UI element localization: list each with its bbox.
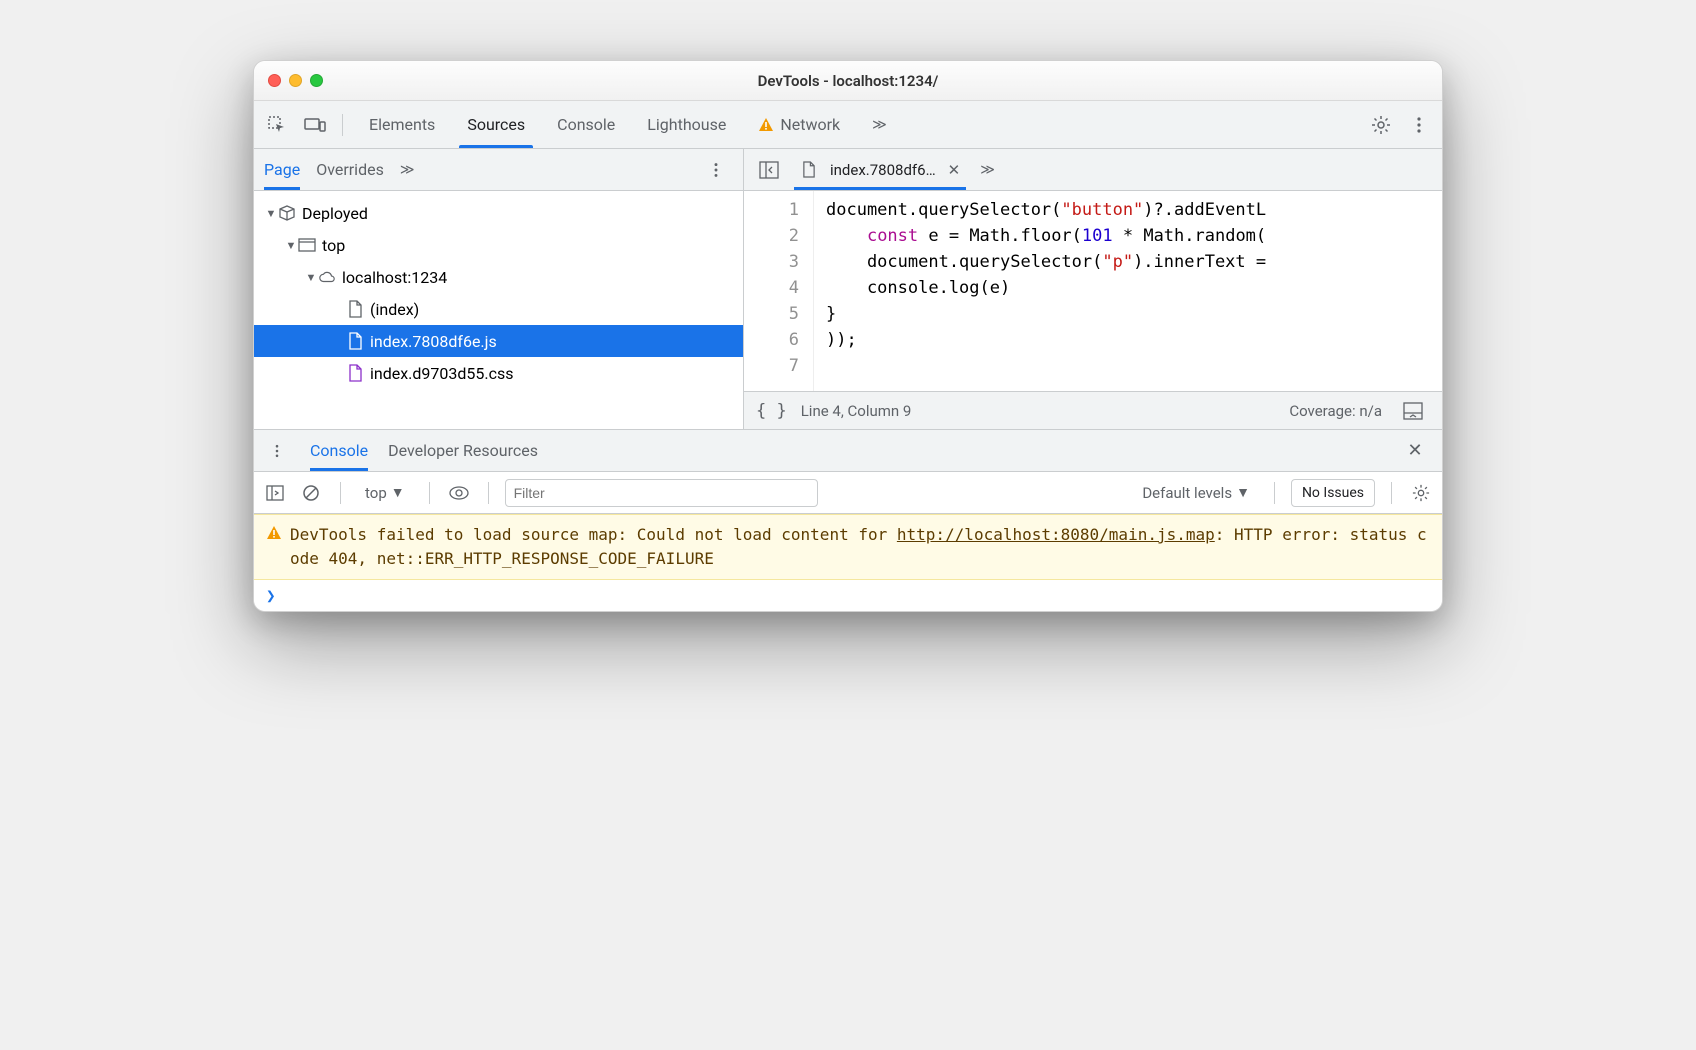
subtab-overrides[interactable]: Overrides — [316, 149, 384, 190]
frame-icon — [298, 236, 316, 254]
editor-statusbar: { } Line 4, Column 9 Coverage: n/a — [744, 391, 1442, 429]
separator — [488, 482, 489, 504]
titlebar: DevTools - localhost:1234/ — [254, 61, 1442, 101]
main-tabs: Elements Sources Console Lighthouse Netw… — [353, 101, 1360, 148]
tree-file-index[interactable]: (index) — [254, 293, 743, 325]
tree-file-css[interactable]: index.d9703d55.css — [254, 357, 743, 389]
tab-console[interactable]: Console — [541, 101, 631, 148]
window-title: DevTools - localhost:1234/ — [254, 72, 1442, 90]
clear-console-icon[interactable] — [298, 476, 324, 510]
drawer-tab-devres[interactable]: Developer Resources — [388, 430, 538, 471]
cloud-icon — [318, 268, 336, 286]
toggle-debugger-icon[interactable] — [1396, 394, 1430, 428]
inspect-element-icon[interactable] — [260, 108, 294, 142]
tree-origin[interactable]: ▼ localhost:1234 — [254, 261, 743, 293]
console-prompt[interactable]: ❯ — [254, 580, 1442, 611]
code-editor[interactable]: 1234567 document.querySelector("button")… — [744, 191, 1442, 391]
tab-network[interactable]: Network — [742, 101, 856, 148]
console-messages: DevTools failed to load source map: Coul… — [254, 514, 1442, 611]
file-tabs-bar: index.7808df6… ✕ ≫ — [744, 149, 1442, 191]
devtools-window: DevTools - localhost:1234/ Elements Sour… — [253, 60, 1443, 612]
kebab-menu-icon[interactable] — [1402, 108, 1436, 142]
close-drawer-icon[interactable]: ✕ — [1398, 434, 1432, 468]
toggle-navigator-icon[interactable] — [752, 153, 786, 187]
tree-file-js[interactable]: index.7808df6e.js — [254, 325, 743, 357]
coverage-status: Coverage: n/a — [1289, 402, 1382, 420]
console-warning-row[interactable]: DevTools failed to load source map: Coul… — [254, 514, 1442, 580]
close-tab-icon[interactable]: ✕ — [948, 161, 961, 179]
separator — [1274, 482, 1275, 504]
box-icon — [278, 204, 296, 222]
drawer-tabs: Console Developer Resources ✕ — [254, 430, 1442, 472]
console-toolbar: top ▼ Default levels ▼ No Issues — [254, 472, 1442, 514]
drawer: Console Developer Resources ✕ top ▼ — [254, 429, 1442, 611]
minimize-window-button[interactable] — [289, 74, 302, 87]
tab-lighthouse[interactable]: Lighthouse — [631, 101, 742, 148]
drawer-tab-console[interactable]: Console — [310, 430, 368, 471]
close-window-button[interactable] — [268, 74, 281, 87]
tab-sources[interactable]: Sources — [451, 101, 541, 148]
more-tabs-icon[interactable]: ≫ — [856, 101, 903, 148]
issues-button[interactable]: No Issues — [1291, 479, 1375, 507]
context-selector[interactable]: top ▼ — [357, 479, 413, 507]
navigator-menu-icon[interactable] — [699, 153, 733, 187]
console-sidebar-icon[interactable] — [262, 476, 288, 510]
document-icon — [346, 364, 364, 382]
device-toggle-icon[interactable] — [298, 108, 332, 142]
tab-elements[interactable]: Elements — [353, 101, 451, 148]
main-toolbar: Elements Sources Console Lighthouse Netw… — [254, 101, 1442, 149]
editor-pane: index.7808df6… ✕ ≫ 1234567 document.quer… — [744, 149, 1442, 429]
navigator-pane: Page Overrides ≫ ▼ Deployed ▼ — [254, 149, 744, 429]
file-tab-active[interactable]: index.7808df6… ✕ — [794, 149, 966, 190]
console-filter-input[interactable] — [505, 479, 819, 507]
sourcemap-link[interactable]: http://localhost:8080/main.js.map — [897, 525, 1215, 544]
separator — [1391, 482, 1392, 504]
subtab-page[interactable]: Page — [264, 149, 300, 190]
live-expression-icon[interactable] — [446, 476, 472, 510]
separator — [429, 482, 430, 504]
zoom-window-button[interactable] — [310, 74, 323, 87]
warning-text: DevTools failed to load source map: Coul… — [290, 523, 1430, 571]
settings-icon[interactable] — [1364, 108, 1398, 142]
drawer-menu-icon[interactable] — [264, 434, 290, 468]
separator — [340, 482, 341, 504]
more-subtabs-icon[interactable]: ≫ — [400, 149, 415, 190]
separator — [342, 114, 343, 136]
code-content[interactable]: document.querySelector("button")?.addEve… — [814, 191, 1266, 391]
document-icon — [800, 161, 818, 179]
log-levels-dropdown[interactable]: Default levels ▼ — [1134, 479, 1258, 507]
document-icon — [346, 300, 364, 318]
document-icon — [346, 332, 364, 350]
navigator-tabs: Page Overrides ≫ — [254, 149, 743, 191]
console-settings-icon[interactable] — [1408, 476, 1434, 510]
line-gutter: 1234567 — [744, 191, 814, 391]
file-tree: ▼ Deployed ▼ top ▼ localhost:1234 (index… — [254, 191, 743, 429]
tree-deployed[interactable]: ▼ Deployed — [254, 197, 743, 229]
more-file-tabs-icon[interactable]: ≫ — [974, 149, 1001, 190]
pretty-print-icon[interactable]: { } — [756, 401, 787, 421]
warning-icon — [266, 525, 282, 541]
traffic-lights — [268, 74, 323, 87]
tree-top[interactable]: ▼ top — [254, 229, 743, 261]
cursor-position: Line 4, Column 9 — [801, 402, 912, 420]
main-split: Page Overrides ≫ ▼ Deployed ▼ — [254, 149, 1442, 429]
warning-icon — [758, 117, 774, 133]
